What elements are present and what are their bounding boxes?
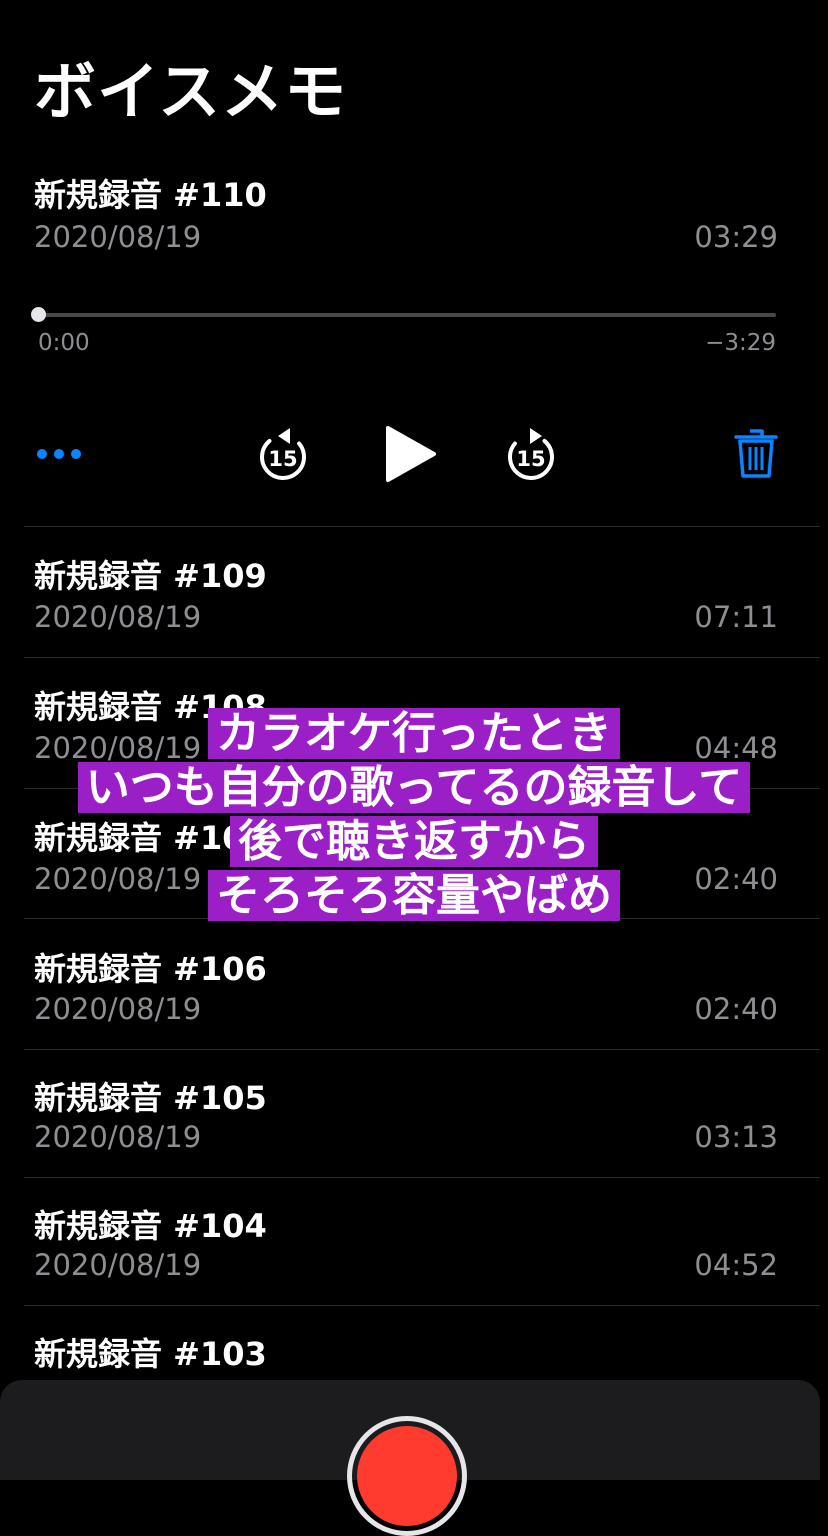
divider: [24, 1049, 820, 1050]
divider: [24, 657, 820, 658]
delete-button[interactable]: [734, 428, 778, 480]
recording-date: 2020/08/19: [34, 1120, 202, 1154]
scrubber-handle[interactable]: [31, 307, 46, 322]
current-recording-name[interactable]: 新規録音 #110: [34, 170, 267, 216]
ellipsis-icon: [37, 449, 81, 459]
elapsed-time: 0:00: [38, 330, 90, 356]
recording-date: 2020/08/19: [34, 600, 202, 634]
caption-line: 後で聴き返すから: [230, 816, 598, 867]
current-recording-date: 2020/08/19: [34, 220, 202, 254]
recording-name: 新規録音 #104: [34, 1207, 267, 1245]
recording-date: 2020/08/19: [34, 1248, 202, 1282]
caption-line: そろそろ容量やばめ: [208, 870, 620, 921]
divider: [24, 1305, 820, 1306]
skip-forward-15-button[interactable]: 15: [504, 426, 558, 484]
play-icon: [386, 426, 436, 482]
caption-line: いつも自分の歌ってるの録音して: [77, 762, 751, 813]
play-button[interactable]: [384, 424, 438, 484]
divider: [24, 1177, 820, 1178]
recording-name: 新規録音 #105: [34, 1079, 267, 1117]
record-icon: [357, 1426, 457, 1526]
remaining-time: −3:29: [705, 330, 776, 356]
skip-forward-label: 15: [516, 447, 545, 471]
current-recording-duration: 03:29: [694, 220, 778, 254]
skip-forward-icon: 15: [508, 428, 554, 480]
recording-duration: 02:40: [694, 992, 778, 1026]
recording-duration: 04:52: [694, 1248, 778, 1282]
skip-back-label: 15: [268, 447, 297, 471]
skip-back-icon: 15: [260, 428, 306, 480]
recording-duration: 07:11: [694, 600, 778, 634]
recording-duration: 03:13: [694, 1120, 778, 1154]
skip-back-15-button[interactable]: 15: [256, 426, 310, 484]
page-title: ボイスメモ: [34, 55, 348, 128]
recording-name: 新規録音 #103: [34, 1335, 267, 1373]
caption-line: カラオケ行ったとき: [208, 708, 620, 759]
recording-date: 2020/08/19: [34, 992, 202, 1026]
playback-scrubber[interactable]: [38, 313, 776, 317]
recording-name: 新規録音 #109: [34, 557, 267, 595]
divider: [24, 526, 820, 527]
recording-name: 新規録音 #106: [34, 950, 267, 988]
more-options-button[interactable]: [36, 440, 82, 468]
trash-icon: [734, 429, 778, 478]
